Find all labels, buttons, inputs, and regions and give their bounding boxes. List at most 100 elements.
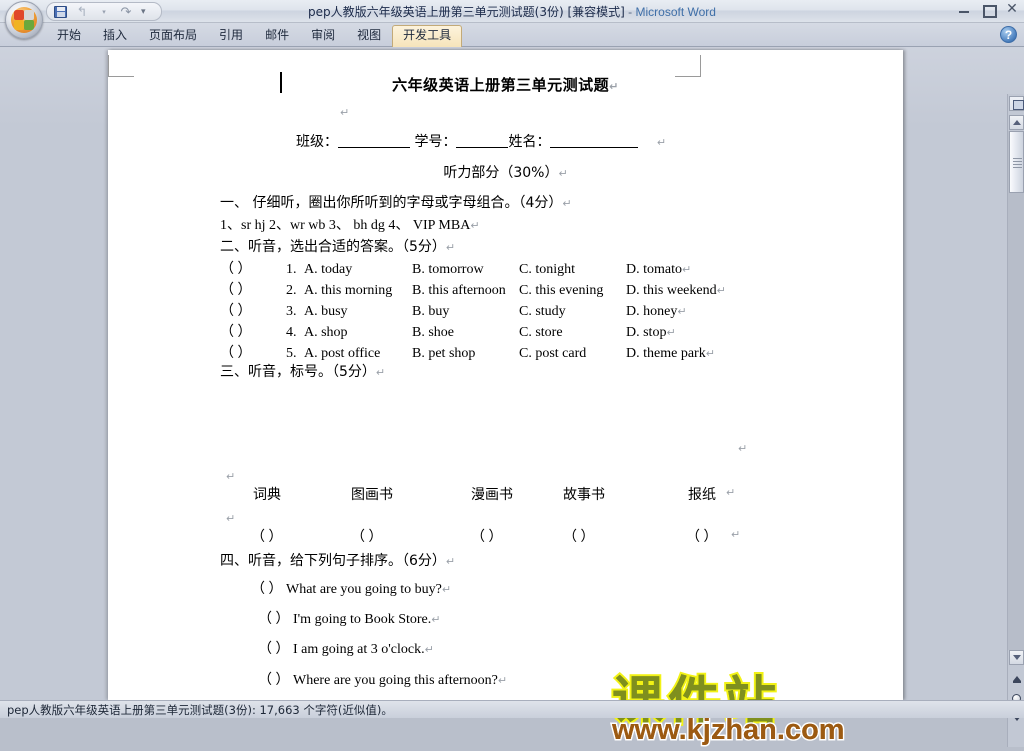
maximize-restore-button[interactable] xyxy=(980,2,997,18)
pilcrow-icon: ↵ xyxy=(441,583,452,596)
list-item: （ ） Where are you going this afternoon?↵ xyxy=(258,669,507,689)
sentence-text: What are you going to buy? xyxy=(286,582,442,597)
list-item: （ ） What are you going to buy?↵ xyxy=(251,578,451,598)
answer-paren[interactable]: （ ） xyxy=(251,582,283,597)
section1-items: 1、sr hj 2、wr wb 3、 bh dg 4、 VIP MBA↵ xyxy=(220,214,480,234)
pilcrow-icon: ↵ xyxy=(340,106,350,119)
help-icon[interactable]: ? xyxy=(1000,26,1017,43)
answer-paren[interactable]: （ ） xyxy=(220,258,286,278)
redo-button[interactable]: ↷ xyxy=(117,4,135,20)
student-info-row: 班级： 学号： 姓名： ↵ xyxy=(296,131,666,151)
class-label: 班级： xyxy=(296,134,338,150)
scroll-down-button[interactable] xyxy=(1009,650,1024,665)
question-number: 1. xyxy=(286,262,297,277)
section1-items-text: 1、sr hj 2、wr wb 3、 bh dg 4、 VIP MBA xyxy=(220,218,471,233)
option-c: C. store xyxy=(519,325,563,340)
arrow-down-icon xyxy=(1012,655,1021,660)
answer-paren[interactable]: （ ） xyxy=(351,526,383,546)
scrollbar-track[interactable] xyxy=(1008,131,1024,650)
document-page[interactable]: 六年级英语上册第三单元测试题↵ ↵ 班级： 学号： 姓名： ↵ 听力部分（30%）… xyxy=(108,50,903,700)
option-a: A. post office xyxy=(304,346,381,361)
chevron-down-icon: ▾ xyxy=(102,8,106,16)
option-c: C. post card xyxy=(519,346,587,361)
answer-paren[interactable]: （ ） xyxy=(220,321,286,341)
table-row: （ ） 4. A. shop B. shoe C. store D. stop↵ xyxy=(220,321,676,341)
scroll-up-button[interactable] xyxy=(1009,115,1024,130)
tab-home[interactable]: 开始 xyxy=(46,25,92,47)
redo-icon: ↷ xyxy=(120,4,132,19)
minimize-button[interactable] xyxy=(956,2,972,16)
close-button[interactable]: ✕ xyxy=(1004,1,1020,16)
picture-label: 故事书 xyxy=(563,487,605,503)
table-row: （ ） 3. A. busy B. buy C. study D. honey↵ xyxy=(220,300,687,320)
scrollbar-thumb[interactable] xyxy=(1009,131,1024,193)
view-ruler-button[interactable] xyxy=(1009,96,1024,111)
tab-review[interactable]: 审阅 xyxy=(300,25,346,47)
window-title-document: pep人教版六年级英语上册第三单元测试题(3份) [兼容模式] xyxy=(308,5,625,19)
answer-paren[interactable]: （ ） xyxy=(258,612,290,627)
watermark-url-outline: www.kjzhan.com xyxy=(611,713,847,748)
answer-paren[interactable]: （ ） xyxy=(220,342,286,362)
answer-paren[interactable]: （ ） xyxy=(220,300,286,320)
option-b: B. tomorrow xyxy=(412,262,484,277)
window-controls: ✕ xyxy=(956,1,1020,18)
section1-heading-text: 一、 仔细听，圈出你所听到的字母或字母组合。（4分） xyxy=(220,195,563,211)
status-bar-text: pep人教版六年级英语上册第三单元测试题(3份): 17,663 个字符(近似值… xyxy=(7,702,393,717)
undo-button[interactable]: ↰ xyxy=(73,4,91,20)
office-orb-button[interactable] xyxy=(5,1,43,39)
answer-paren[interactable]: （ ） xyxy=(471,526,503,546)
arrow-up-icon xyxy=(1012,120,1021,125)
answer-paren[interactable]: （ ） xyxy=(258,673,290,688)
question-number: 3. xyxy=(286,304,297,319)
double-arrow-up-icon xyxy=(1012,675,1021,683)
picture-label: 图画书 xyxy=(351,487,393,503)
option-c: C. tonight xyxy=(519,262,576,277)
margin-marker-top-left xyxy=(108,55,134,77)
save-icon xyxy=(53,5,67,18)
pilcrow-icon: ↵ xyxy=(497,674,508,687)
section3-heading: 三、听音，标号。（5分）↵ xyxy=(220,361,385,381)
pilcrow-icon: ↵ xyxy=(666,326,676,339)
save-button[interactable] xyxy=(51,4,69,20)
answer-paren[interactable]: （ ） xyxy=(686,526,718,546)
tab-insert[interactable]: 插入 xyxy=(92,25,138,47)
tab-page-layout[interactable]: 页面布局 xyxy=(138,25,208,47)
answer-paren[interactable]: （ ） xyxy=(251,526,283,546)
window-title-app: Microsoft Word xyxy=(635,5,716,19)
pilcrow-icon: ↵ xyxy=(705,347,715,360)
section3-heading-text: 三、听音，标号。（5分） xyxy=(220,364,376,380)
tab-developer[interactable]: 开发工具 xyxy=(392,25,463,47)
answer-paren[interactable]: （ ） xyxy=(220,279,286,299)
undo-dropdown-button[interactable]: ▾ xyxy=(95,4,113,20)
pilcrow-icon: ↵ xyxy=(226,470,236,483)
table-row: （ ） 1. A. today B. tomorrow C. tonight D. tom… xyxy=(220,258,691,278)
answer-paren[interactable]: （ ） xyxy=(563,526,595,546)
sentence-text: I'm going to Book Store. xyxy=(293,612,432,627)
option-b: B. buy xyxy=(412,304,450,319)
document-body: 六年级英语上册第三单元测试题↵ ↵ 班级： 学号： 姓名： ↵ 听力部分（30%）… xyxy=(108,50,903,700)
student-id-label: 学号： xyxy=(414,134,457,150)
vertical-scrollbar[interactable] xyxy=(1007,94,1024,747)
ribbon-tab-bar: 开始 插入 页面布局 引用 邮件 审阅 视图 开发工具 ? xyxy=(0,23,1024,47)
pilcrow-icon: ↵ xyxy=(226,512,236,525)
sentence-text: Where are you going this afternoon? xyxy=(293,673,498,688)
tab-view[interactable]: 视图 xyxy=(346,25,392,47)
section2-heading-text: 二、听音，选出合适的答案。（5分） xyxy=(220,239,446,255)
option-c: C. this evening xyxy=(519,283,604,298)
pilcrow-icon: ↵ xyxy=(677,305,687,318)
customize-qat-button[interactable]: ▾ xyxy=(141,6,146,17)
answer-paren[interactable]: （ ） xyxy=(258,642,290,657)
tab-references[interactable]: 引用 xyxy=(208,25,254,47)
document-heading-text: 六年级英语上册第三单元测试题 xyxy=(392,76,610,94)
previous-page-button[interactable] xyxy=(1009,670,1024,686)
pilcrow-icon: ↵ xyxy=(656,136,667,149)
class-blank xyxy=(338,147,410,148)
tab-mailings[interactable]: 邮件 xyxy=(254,25,300,47)
option-a: A. shop xyxy=(304,325,348,340)
picture-label: 词典 xyxy=(253,487,281,503)
student-id-blank xyxy=(456,147,509,148)
pilcrow-icon: ↵ xyxy=(431,613,441,626)
pilcrow-icon: ↵ xyxy=(731,528,741,541)
option-c: C. study xyxy=(519,304,566,319)
pilcrow-icon: ↵ xyxy=(716,284,726,297)
